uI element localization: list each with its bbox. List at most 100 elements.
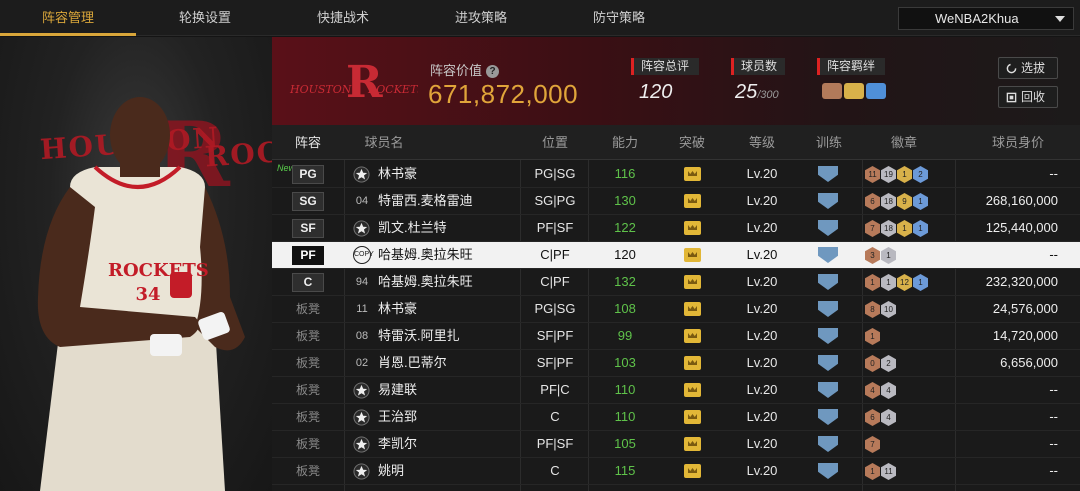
- crown-icon[interactable]: [684, 194, 701, 208]
- player-ability: 99: [617, 328, 633, 343]
- player-name[interactable]: 易建联: [378, 377, 417, 403]
- training-icon[interactable]: [818, 193, 838, 209]
- badge-icon: 7: [865, 436, 880, 453]
- bond-bronze-icon[interactable]: [822, 83, 842, 99]
- badge-group[interactable]: 7: [865, 435, 881, 454]
- slot-label: 板凳: [295, 383, 320, 397]
- table-row[interactable]: SG 04 特雷西.麦格雷迪 SG|PG 130 Lv.20 6 18 9 1 268,160,00…: [272, 188, 1080, 215]
- select-button[interactable]: 选拔: [998, 57, 1058, 79]
- badge-group[interactable]: 02: [865, 354, 897, 373]
- player-value: 6,656,000: [1000, 355, 1058, 370]
- badge-group[interactable]: 64: [865, 408, 897, 427]
- training-icon[interactable]: [818, 247, 838, 263]
- account-dropdown[interactable]: WeNBA2Khua: [898, 7, 1074, 30]
- table-row[interactable]: SF 凯文.杜兰特 PF|SF 122 Lv.20 7 18 1 1 125,440,000: [272, 215, 1080, 242]
- training-icon[interactable]: [818, 220, 838, 236]
- badge-group[interactable]: 31: [865, 246, 897, 265]
- col-lineup: 阵容: [294, 135, 321, 150]
- player-ability: 116: [614, 166, 636, 181]
- player-name[interactable]: 王治郅: [378, 404, 417, 430]
- table-row[interactable]: New PG 林书豪 PG|SG 116 Lv.20 11 19 1 2 --: [272, 161, 1080, 188]
- training-icon[interactable]: [818, 463, 838, 479]
- tab-offense-strategy[interactable]: 进攻策略: [412, 0, 550, 36]
- badge-group[interactable]: 1 1 12 1: [865, 273, 929, 292]
- slot-badge[interactable]: SF: [292, 219, 324, 238]
- slot-badge[interactable]: PG: [292, 165, 324, 184]
- badge-group[interactable]: 1: [865, 327, 881, 346]
- player-name[interactable]: 林书豪: [378, 161, 417, 187]
- player-name[interactable]: 肖恩.巴蒂尔: [378, 350, 447, 376]
- badge-group[interactable]: 6 18 9 1: [865, 192, 929, 211]
- slot-badge[interactable]: PF: [292, 246, 324, 265]
- player-name[interactable]: 李凯尔: [378, 431, 417, 457]
- crown-icon[interactable]: [684, 248, 701, 262]
- tab-quick-tactics[interactable]: 快捷战术: [274, 0, 412, 36]
- badge-group[interactable]: 1 11: [865, 462, 897, 481]
- badge-icon: 1: [897, 166, 912, 183]
- jersey-number: 11: [356, 303, 368, 315]
- player-value: 14,720,000: [992, 328, 1058, 343]
- tab-defense-strategy[interactable]: 防守策略: [550, 0, 688, 36]
- player-position: PG|SG: [534, 166, 576, 181]
- training-icon[interactable]: [818, 409, 838, 425]
- player-ability: 132: [614, 274, 636, 289]
- player-name[interactable]: 特雷沃.阿里扎: [378, 323, 460, 349]
- training-icon[interactable]: [818, 436, 838, 452]
- player-name[interactable]: 特雷西.麦格雷迪: [378, 188, 473, 214]
- player-name[interactable]: 哈基姆.奥拉朱旺: [378, 269, 473, 295]
- crown-icon[interactable]: [684, 356, 701, 370]
- player-value: --: [1049, 247, 1058, 262]
- training-icon[interactable]: [818, 355, 838, 371]
- crown-icon[interactable]: [684, 464, 701, 478]
- help-icon[interactable]: ?: [486, 65, 500, 79]
- badge-group[interactable]: 7 18 1 1: [865, 219, 929, 238]
- tab-rotation-settings[interactable]: 轮换设置: [136, 0, 274, 36]
- bond-icons[interactable]: [822, 83, 888, 104]
- crown-icon[interactable]: [684, 167, 701, 181]
- table-row[interactable]: PF COPY 哈基姆.奥拉朱旺 C|PF 120 Lv.20 3 1 --: [272, 242, 1080, 269]
- table-row[interactable]: 板凳 易建联 PF|C 110 Lv.20 4 4 --: [272, 377, 1080, 404]
- training-icon[interactable]: [818, 274, 838, 290]
- crown-icon[interactable]: [684, 302, 701, 316]
- player-name[interactable]: 姚明: [378, 458, 404, 484]
- table-row[interactable]: 板凳 王治郅 C 110 Lv.20 6 4 --: [272, 404, 1080, 431]
- crown-icon[interactable]: [684, 437, 701, 451]
- team-logo: HOUSTON R ROCKETS: [289, 57, 418, 108]
- table-row[interactable]: 板凳 11 林书豪 PG|SG 108 Lv.20 8 10 24,576,000: [272, 296, 1080, 323]
- player-value: 232,320,000: [985, 274, 1058, 289]
- bond-blue-icon[interactable]: [866, 83, 886, 99]
- crown-icon[interactable]: [684, 329, 701, 343]
- crown-icon[interactable]: [684, 221, 701, 235]
- table-row[interactable]: 板凳 姚明 C 115 Lv.20 1 11 --: [272, 458, 1080, 485]
- player-level: Lv.20: [746, 355, 778, 370]
- player-name[interactable]: 凯文.杜兰特: [378, 215, 447, 241]
- badge-group[interactable]: 44: [865, 381, 897, 400]
- crown-icon[interactable]: [684, 383, 701, 397]
- player-ability: 130: [614, 193, 636, 208]
- recycle-button[interactable]: 回收: [998, 86, 1058, 108]
- table-row[interactable]: C 94 哈基姆.奥拉朱旺 C|PF 132 Lv.20 1 1 12 1 232,320,000: [272, 269, 1080, 296]
- training-icon[interactable]: [818, 328, 838, 344]
- badge-icon: 2: [881, 355, 896, 372]
- bond-gold-icon[interactable]: [844, 83, 864, 99]
- crown-icon[interactable]: [684, 275, 701, 289]
- player-ability: 120: [614, 247, 636, 262]
- badge-group[interactable]: 8 10: [865, 300, 897, 319]
- badge-group[interactable]: 11 19 1 2: [865, 165, 929, 184]
- badge-icon: 6: [865, 409, 880, 426]
- table-row[interactable]: 板凳 02 肖恩.巴蒂尔 SF|PF 103 Lv.20 0 2 6,656,000: [272, 350, 1080, 377]
- table-row[interactable]: 板凳 李凯尔 PF|SF 105 Lv.20 7 --: [272, 431, 1080, 458]
- jersey-number: COPY: [353, 246, 374, 264]
- tab-lineup-management[interactable]: 阵容管理: [0, 0, 136, 36]
- slot-badge[interactable]: C: [292, 273, 324, 292]
- slot-badge[interactable]: SG: [292, 192, 324, 211]
- table-row[interactable]: 板凳 08 特雷沃.阿里扎 SF|PF 99 Lv.20 1 14,720,000: [272, 323, 1080, 350]
- crown-icon[interactable]: [684, 410, 701, 424]
- player-count: 25/300: [735, 81, 779, 103]
- badge-icon: 7: [865, 220, 880, 237]
- player-name[interactable]: 林书豪: [378, 296, 417, 322]
- player-name[interactable]: 哈基姆.奥拉朱旺: [378, 242, 473, 268]
- training-icon[interactable]: [818, 301, 838, 317]
- training-icon[interactable]: [818, 382, 838, 398]
- training-icon[interactable]: [818, 166, 838, 182]
